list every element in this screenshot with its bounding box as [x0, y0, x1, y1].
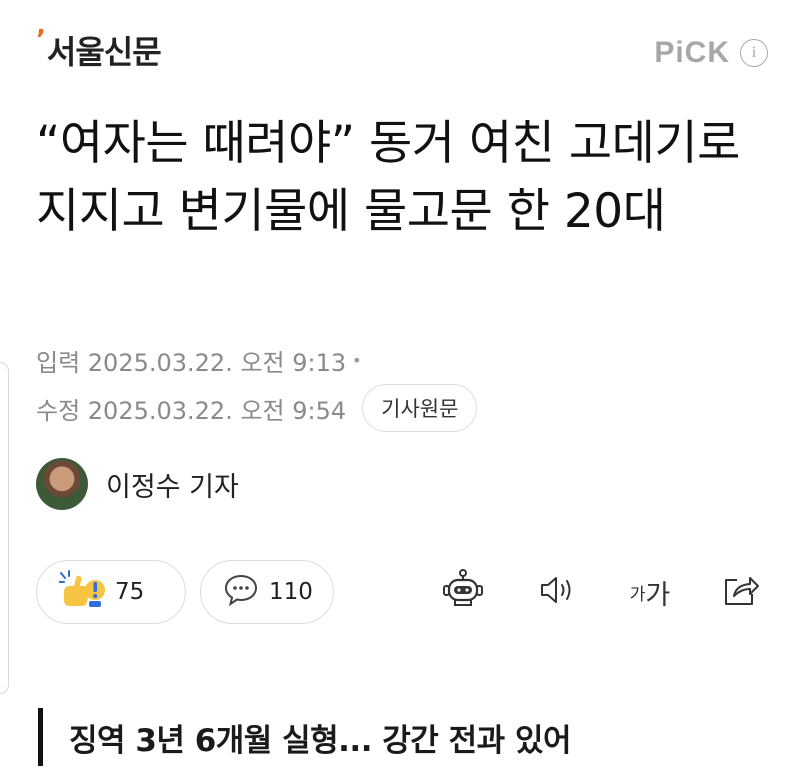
comment-icon [223, 573, 259, 611]
original-article-button[interactable]: 기사원문 [362, 384, 478, 432]
logo-text: 서울신문 [46, 33, 162, 71]
author[interactable]: 이정수 기자 [36, 458, 239, 510]
pick-badge[interactable]: PiCK i [654, 36, 768, 70]
comment-button[interactable]: 110 [200, 560, 334, 624]
font-size-large-label: 가 [645, 579, 671, 611]
article-subheading: 징역 3년 6개월 실형... 강간 전과 있어 [38, 708, 571, 766]
pick-label: PiCK [654, 36, 730, 69]
publisher-logo[interactable]: ’ 서울신문 [36, 25, 162, 74]
author-name[interactable]: 이정수 기자 [106, 465, 239, 504]
action-bar: 75 110 가 가 [36, 560, 770, 626]
subheading-text: 징역 3년 6개월 실형... 강간 전과 있어 [69, 722, 571, 759]
speaker-icon [537, 573, 577, 611]
comment-count: 110 [269, 579, 313, 605]
text-to-speech-button[interactable] [534, 572, 580, 612]
author-avatar[interactable] [36, 458, 88, 510]
modified-date: 수정 2025.03.22. 오전 9:54 기사원문 [36, 384, 478, 432]
published-text: 입력 2025.03.22. 오전 9:13 [36, 349, 347, 377]
reaction-count: 75 [115, 579, 145, 605]
article-title: “여자는 때려야” 동거 여친 고데기로 지지고 변기물에 물고문 한 20대 [36, 116, 740, 239]
logo-mark: ’ [36, 25, 46, 55]
published-date: 입력 2025.03.22. 오전 9:13 • [36, 343, 362, 378]
font-size-button[interactable]: 가 가 [622, 572, 678, 612]
info-icon[interactable]: i [740, 39, 768, 67]
separator-dot-icon: • [352, 351, 362, 370]
font-size-small-label: 가 [629, 584, 646, 605]
share-icon [721, 572, 761, 612]
summary-bot-icon [441, 568, 485, 616]
subheading-bar [38, 708, 43, 766]
header: ’ 서울신문 PiCK i [36, 25, 768, 80]
reaction-icon [58, 570, 105, 614]
modified-text: 수정 2025.03.22. 오전 9:54 [36, 396, 347, 425]
reaction-button[interactable]: 75 [36, 560, 186, 624]
share-button[interactable] [718, 572, 764, 612]
summary-bot-button[interactable] [440, 569, 486, 612]
side-drawer-handle[interactable] [0, 362, 9, 694]
